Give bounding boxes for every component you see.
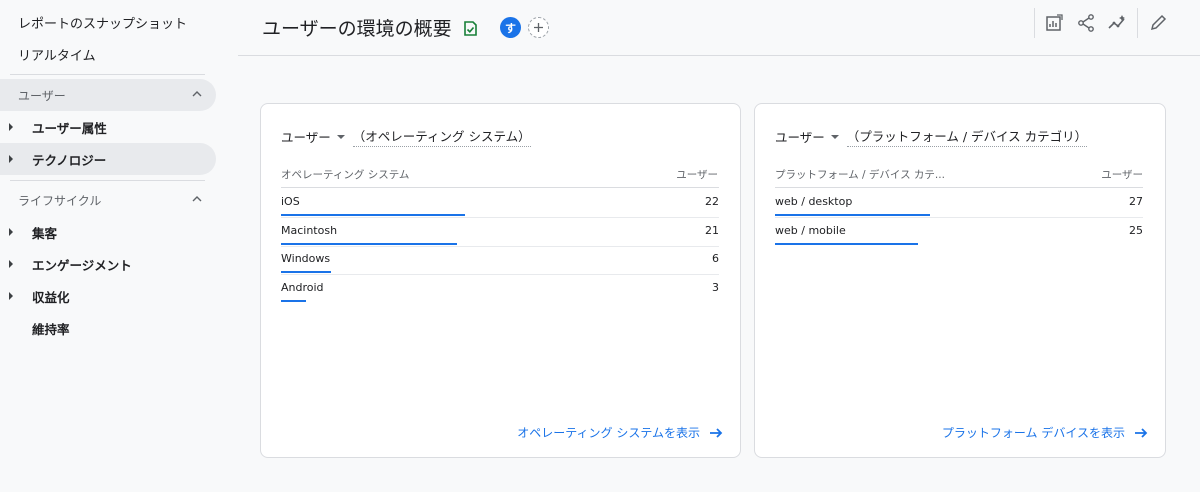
table-row[interactable]: Android 3 xyxy=(281,275,719,303)
sidebar-item-monetization[interactable]: 収益化 xyxy=(0,280,216,312)
row-bar xyxy=(775,214,930,216)
link-label: オペレーティング システムを表示 xyxy=(517,426,700,440)
table-row[interactable]: web / mobile 25 xyxy=(775,218,1143,246)
row-bar xyxy=(281,214,465,216)
row-value: 21 xyxy=(705,223,719,237)
caret-right-icon xyxy=(9,292,13,300)
row-label: web / desktop xyxy=(775,195,853,208)
sidebar-item-snapshot[interactable]: レポートのスナップショット xyxy=(18,13,187,32)
row-label: Android xyxy=(281,280,324,294)
sidebar-item-realtime[interactable]: リアルタイム xyxy=(18,45,96,64)
caret-right-icon xyxy=(9,155,13,163)
sidebar-item-engagement[interactable]: エンゲージメント xyxy=(0,248,216,280)
page-title: ユーザーの環境の概要 xyxy=(262,18,452,40)
row-value: 6 xyxy=(712,252,719,265)
sidebar-item-acquisition[interactable]: 集客 xyxy=(0,216,216,248)
dropdown-icon[interactable] xyxy=(336,134,345,139)
table-row[interactable]: web / desktop 27 xyxy=(775,189,1143,218)
edit-icon[interactable] xyxy=(1148,13,1168,33)
report-header: ユーザーの環境の概要 す xyxy=(238,0,1200,56)
header-divider xyxy=(281,187,719,188)
sidebar-divider xyxy=(10,180,205,181)
row-bar xyxy=(281,299,307,302)
sidebar: レポートのスナップショット リアルタイム ユーザー ユーザー属性 テクノロジー … xyxy=(0,0,230,492)
row-bar xyxy=(281,271,332,273)
sidebar-section-label: ユーザー xyxy=(18,88,66,103)
add-icon xyxy=(534,23,543,32)
sidebar-section-user[interactable]: ユーザー xyxy=(0,79,216,111)
arrow-right-icon xyxy=(710,427,723,438)
chevron-up-icon xyxy=(192,196,202,202)
table-row[interactable]: Windows 6 xyxy=(281,246,719,275)
view-os-link[interactable]: オペレーティング システムを表示 xyxy=(517,424,724,441)
header-divider xyxy=(775,187,1143,188)
row-bar xyxy=(775,242,919,245)
link-label: プラットフォーム デバイスを表示 xyxy=(941,426,1125,440)
platform-card: ユーザー （プラットフォーム / デバイス カテゴリ） プラットフォーム / デ… xyxy=(754,103,1166,458)
row-bar xyxy=(281,242,457,245)
dimension-label[interactable]: （プラットフォーム / デバイス カテゴリ） xyxy=(846,126,1088,147)
table-row[interactable]: Macintosh 21 xyxy=(281,218,719,247)
metric-selector[interactable]: ユーザー xyxy=(281,127,331,146)
column-header-dimension: プラットフォーム / デバイス カテ... xyxy=(775,169,945,181)
row-label: Windows xyxy=(281,252,331,265)
sidebar-item-label: テクノロジー xyxy=(32,152,107,168)
sidebar-item-label: ユーザー属性 xyxy=(32,120,107,136)
table-row[interactable]: iOS 22 xyxy=(281,189,719,218)
toolbar-divider xyxy=(1034,8,1035,38)
caret-right-icon xyxy=(9,123,13,131)
row-label: web / mobile xyxy=(775,223,846,237)
os-card: ユーザー （オペレーティング システム） オペレーティング システム ユーザー … xyxy=(260,103,741,458)
sidebar-item-label: 収益化 xyxy=(32,289,70,305)
column-header-dimension: オペレーティング システム xyxy=(281,169,410,181)
insights-icon[interactable] xyxy=(1107,13,1127,33)
row-value: 25 xyxy=(1129,223,1143,237)
add-comparison-button[interactable] xyxy=(528,17,549,38)
dimension-label[interactable]: （オペレーティング システム） xyxy=(352,126,531,147)
dropdown-icon[interactable] xyxy=(830,134,839,139)
toolbar-divider xyxy=(1137,8,1138,38)
column-header-metric: ユーザー xyxy=(1101,169,1143,181)
row-value: 27 xyxy=(1129,195,1143,208)
customize-report-icon[interactable] xyxy=(1044,13,1064,33)
arrow-right-icon xyxy=(1135,427,1148,438)
row-label: iOS xyxy=(281,195,300,208)
chevron-up-icon xyxy=(192,91,202,97)
column-header-metric: ユーザー xyxy=(676,169,718,181)
sidebar-item-retention[interactable]: 維持率 xyxy=(0,312,216,344)
row-value: 22 xyxy=(705,195,719,208)
avatar[interactable]: す xyxy=(500,17,521,38)
caret-right-icon xyxy=(9,228,13,236)
view-platform-link[interactable]: プラットフォーム デバイスを表示 xyxy=(942,424,1149,441)
share-icon[interactable] xyxy=(1076,13,1096,33)
check-icon[interactable] xyxy=(462,20,479,37)
sidebar-item-label: 維持率 xyxy=(32,321,70,337)
caret-right-icon xyxy=(9,260,13,268)
sidebar-item-label: 集客 xyxy=(32,225,58,241)
row-value: 3 xyxy=(712,280,719,294)
card-title: ユーザー （プラットフォーム / デバイス カテゴリ） xyxy=(775,126,1088,147)
sidebar-section-lifecycle[interactable]: ライフサイクル xyxy=(0,184,216,216)
row-label: Macintosh xyxy=(281,223,338,237)
metric-selector[interactable]: ユーザー xyxy=(775,127,825,146)
sidebar-item-technology[interactable]: テクノロジー xyxy=(0,143,216,175)
sidebar-item-label: エンゲージメント xyxy=(32,257,132,273)
sidebar-section-label: ライフサイクル xyxy=(18,193,102,208)
sidebar-divider xyxy=(10,74,205,75)
card-title: ユーザー （オペレーティング システム） xyxy=(281,126,531,147)
sidebar-item-demographics[interactable]: ユーザー属性 xyxy=(0,111,216,143)
